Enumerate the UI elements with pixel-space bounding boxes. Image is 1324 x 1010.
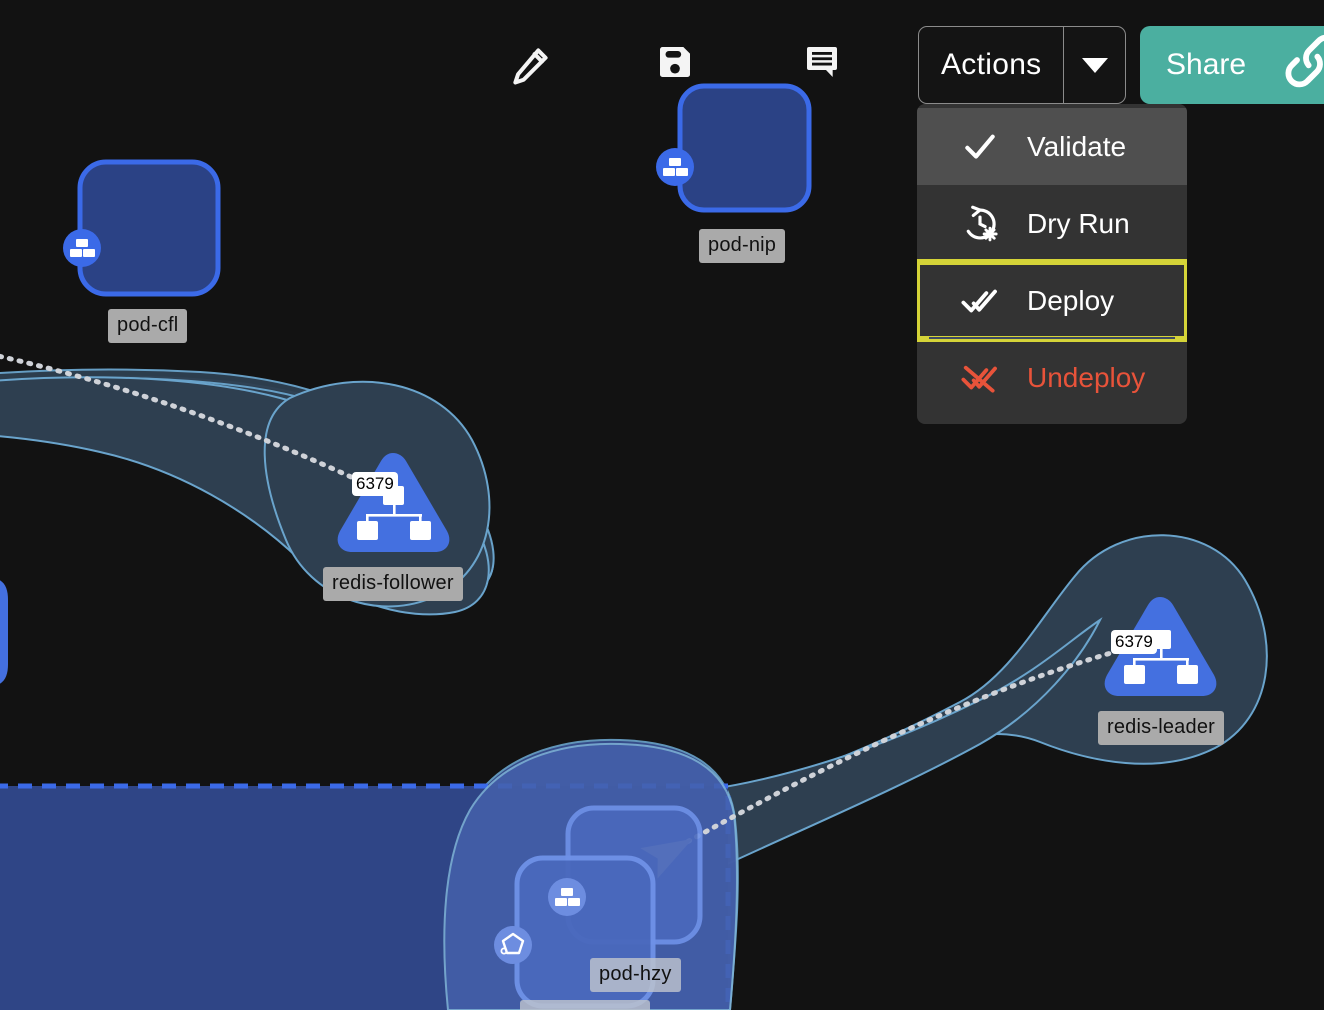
caret-shape [1082, 58, 1108, 73]
node-pod-nip [680, 86, 809, 210]
check-icon [961, 128, 999, 166]
link-icon [1284, 32, 1324, 98]
chevron-down-icon[interactable] [1063, 27, 1125, 103]
badge-pod-nip-container [656, 148, 694, 186]
node-label-redis-follower: redis-follower [323, 567, 463, 601]
node-offscreen-left [0, 576, 8, 688]
badge-pod-cfl-container [63, 229, 101, 267]
history-gear-icon [961, 205, 999, 243]
menu-item-dry-run-label: Dry Run [1027, 208, 1130, 240]
menu-divider [929, 337, 1175, 339]
node-label-pod-hzy: pod-hzy [590, 958, 681, 992]
badge-pod-hzy-volume [494, 926, 532, 964]
topology-canvas[interactable]: pod-cfl pod-nip redis-follower redis-lea… [0, 0, 1324, 1010]
node-pod-cfl [80, 162, 218, 294]
menu-item-deploy-label: Deploy [1027, 285, 1114, 317]
menu-item-undeploy[interactable]: Undeploy [917, 339, 1187, 416]
port-chip-redis-follower: 6379 [352, 472, 398, 496]
node-label-redis-leader: redis-leader [1098, 711, 1224, 745]
double-check-icon [961, 282, 999, 320]
node-label-pod-nip: pod-nip [699, 229, 785, 263]
menu-item-deploy[interactable]: Deploy [917, 262, 1187, 339]
edit-icon[interactable] [508, 44, 552, 93]
badge-pod-hzy-container [548, 878, 586, 916]
node-label-partial-bottom [520, 1000, 650, 1010]
save-icon[interactable] [655, 42, 695, 87]
share-button-label: Share [1166, 48, 1246, 82]
actions-button-label[interactable]: Actions [919, 27, 1063, 103]
menu-item-dry-run[interactable]: Dry Run [917, 185, 1187, 262]
node-label-pod-cfl: pod-cfl [108, 309, 187, 343]
share-button[interactable]: Share [1140, 26, 1324, 104]
menu-item-validate-label: Validate [1027, 131, 1126, 163]
actions-button[interactable]: Actions [918, 26, 1126, 104]
port-chip-redis-leader: 6379 [1111, 630, 1157, 654]
menu-item-validate[interactable]: Validate [917, 108, 1187, 185]
menu-item-undeploy-label: Undeploy [1027, 362, 1145, 394]
actions-dropdown-menu[interactable]: Validate Dry Run [917, 104, 1187, 424]
comment-icon[interactable] [802, 42, 842, 87]
double-check-strikethrough-icon [961, 359, 999, 397]
